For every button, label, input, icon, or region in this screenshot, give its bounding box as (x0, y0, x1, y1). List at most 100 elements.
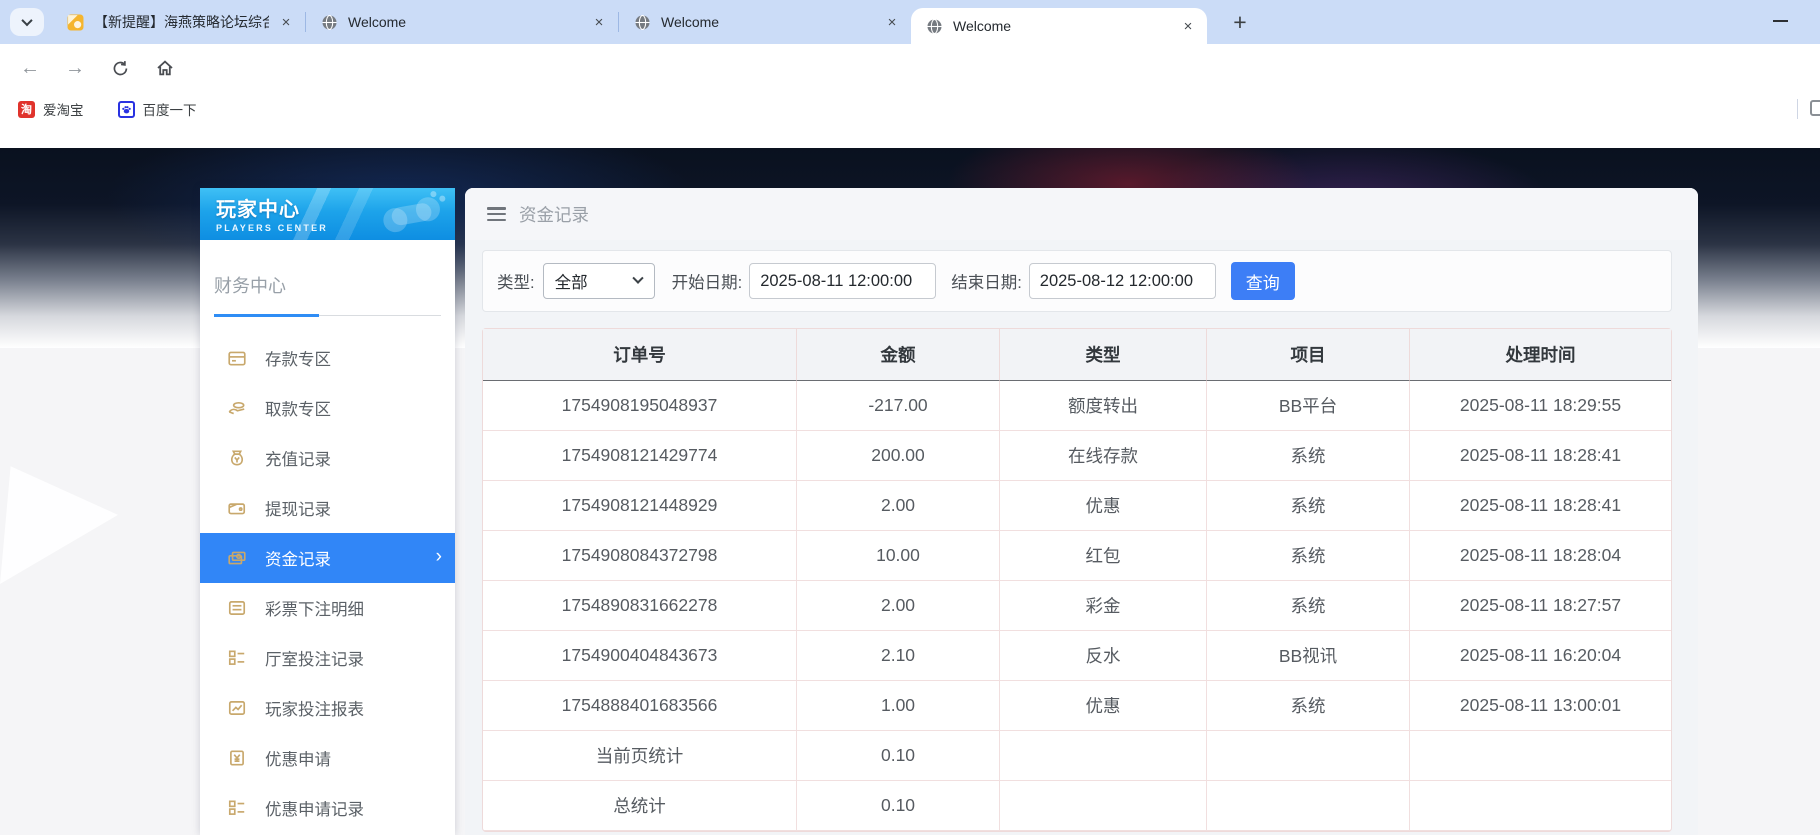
funds-record-table: 订单号 金额 类型 项目 处理时间 1754908195048937 -217.00 额度转… (482, 328, 1672, 832)
table-row: 总统计 0.10 (483, 781, 1671, 831)
table-cell: 2025-08-11 18:28:41 (1410, 481, 1671, 531)
tab-title: 【新提醒】海燕策略论坛综合交 (94, 14, 269, 30)
type-select[interactable]: 全部 (542, 263, 655, 299)
funds-record-icon (226, 547, 248, 569)
sidebar-item-label: 存款专区 (265, 351, 331, 369)
browser-window: 【新提醒】海燕策略论坛综合交×Welcome×Welcome×Welcome× … (0, 0, 1820, 835)
sidebar-item-label: 优惠申请记录 (265, 801, 364, 819)
end-date-label: 结束日期: (951, 274, 1022, 292)
bookmark-label: 百度一下 (142, 103, 197, 118)
plus-icon: + (1233, 8, 1247, 35)
table-cell: 1754908084372798 (483, 531, 797, 581)
table-row: 1754900404843673 2.10 反水 BB视讯 2025-08-11 16:… (483, 631, 1671, 681)
browser-tab[interactable]: Welcome × (911, 8, 1207, 44)
table-row: 1754908084372798 10.00 红包 系统 2025-08-11 18:2… (483, 531, 1671, 581)
end-date-input[interactable] (1028, 263, 1216, 299)
bookmarks-divider (1797, 99, 1798, 119)
new-tab-button[interactable]: + (1225, 7, 1255, 37)
table-cell: 0.10 (797, 781, 1000, 831)
withdraw-hand-icon (226, 397, 248, 419)
table-cell: 总统计 (483, 781, 797, 831)
sidebar-subtitle: PLAYERS CENTER (216, 223, 328, 233)
column-header: 项目 (1207, 329, 1410, 381)
back-button[interactable]: ← (16, 54, 44, 82)
back-arrow-icon: ← (20, 56, 40, 79)
table-cell (1000, 781, 1207, 831)
start-date-label: 开始日期: (671, 274, 743, 292)
sidebar-item-优惠申请记录[interactable]: 优惠申请记录 (200, 783, 455, 833)
table-cell: 红包 (1000, 531, 1207, 581)
table-cell (1207, 731, 1410, 781)
table-cell: 2.00 (797, 581, 1000, 631)
table-cell: 系统 (1207, 531, 1410, 581)
start-date-input[interactable] (749, 263, 937, 299)
tab-search-button[interactable] (10, 8, 44, 36)
home-button[interactable] (151, 54, 179, 82)
search-button[interactable]: 查询 (1230, 262, 1295, 300)
sidebar-item-label: 彩票下注明细 (265, 601, 364, 619)
tab-close-icon[interactable]: × (590, 13, 608, 31)
bookmark-item[interactable]: 百度一下 (117, 99, 197, 119)
table-cell: 0.10 (797, 731, 1000, 781)
table-cell: 1754888401683566 (483, 681, 797, 731)
type-select-value: 全部 (554, 274, 588, 292)
table-cell: 1754908121448929 (483, 481, 797, 531)
table-cell: 2025-08-11 13:00:01 (1410, 681, 1671, 731)
hamburger-menu-icon[interactable] (487, 207, 506, 221)
sidebar-item-提现记录[interactable]: 提现记录 (200, 483, 455, 533)
bookmarks-items: 淘爱淘宝 百度一下 (18, 99, 197, 119)
sidebar-item-玩家投注报表[interactable]: 玩家投注报表 (200, 683, 455, 733)
table-cell: 1754908121429774 (483, 431, 797, 481)
type-filter-label: 类型: (497, 274, 535, 292)
table-cell: 反水 (1000, 631, 1207, 681)
table-cell: -217.00 (797, 381, 1000, 431)
forward-arrow-icon: → (65, 56, 85, 79)
site-favicon (66, 13, 84, 31)
sidebar-item-label: 厅室投注记录 (265, 651, 364, 669)
sidebar-item-充值记录[interactable]: 充值记录 (200, 433, 455, 483)
sidebar-item-存款专区[interactable]: 存款专区 (200, 333, 455, 383)
globe-favicon (320, 13, 338, 31)
tab-close-icon[interactable]: × (883, 13, 901, 31)
bookmark-item[interactable]: 淘爱淘宝 (18, 99, 84, 119)
table-cell: 额度转出 (1000, 381, 1207, 431)
table-cell: 1754908195048937 (483, 381, 797, 431)
sidebar-item-取款专区[interactable]: 取款专区 (200, 383, 455, 433)
table-row: 1754908121429774 200.00 在线存款 系统 2025-08-11 1… (483, 431, 1671, 481)
sidebar-item-label: 资金记录 (265, 551, 331, 569)
table-cell (1410, 731, 1671, 781)
sidebar-section-label: 财务中心 (214, 276, 286, 296)
bookmarks-bar: 淘爱淘宝 百度一下 (0, 92, 1820, 126)
other-bookmarks-icon[interactable] (1810, 100, 1820, 116)
browser-tab[interactable]: 【新提醒】海燕策略论坛综合交 × (52, 0, 305, 44)
chevron-right-icon: › (435, 546, 442, 568)
reload-button[interactable] (106, 54, 134, 82)
browser-tab[interactable]: Welcome × (619, 0, 911, 44)
deposit-card-icon (226, 347, 248, 369)
browser-toolbar: ← → js13.cc/hhcp/usercenter.html?iniType… (0, 44, 1820, 128)
table-cell (1000, 731, 1207, 781)
table-cell: 2025-08-11 18:27:57 (1410, 581, 1671, 631)
tab-close-icon[interactable]: × (1179, 17, 1197, 35)
gamepad-icon (371, 188, 454, 240)
table-row: 1754908121448929 2.00 优惠 系统 2025-08-11 18:28… (483, 481, 1671, 531)
browser-tab[interactable]: Welcome × (306, 0, 618, 44)
player-report-chart-icon (226, 697, 248, 719)
table-cell: 2.10 (797, 631, 1000, 681)
table-cell: 1.00 (797, 681, 1000, 731)
table-cell (1410, 781, 1671, 831)
tab-close-icon[interactable]: × (277, 13, 295, 31)
sidebar-item-资金记录[interactable]: 资金记录 › (200, 533, 455, 583)
minimize-button[interactable] (1773, 20, 1788, 22)
table-cell: 优惠 (1000, 481, 1207, 531)
sidebar-item-厅室投注记录[interactable]: 厅室投注记录 (200, 633, 455, 683)
lottery-detail-list-icon (226, 597, 248, 619)
sidebar-menu: 存款专区取款专区 充值记录 提现记录资金记录 › 彩票下注明细 厅室投注记录 玩家投注报表优… (200, 333, 455, 835)
sidebar-item-label: 优惠申请 (265, 751, 331, 769)
globe-favicon (925, 17, 943, 35)
sidebar-item-彩票下注明细[interactable]: 彩票下注明细 (200, 583, 455, 633)
sidebar-item-label: 玩家投注报表 (265, 701, 364, 719)
forward-button[interactable]: → (61, 54, 89, 82)
sidebar-item-优惠申请[interactable]: 优惠申请 (200, 733, 455, 783)
player-center-sidebar: 玩家中心 PLAYERS CENTER 财务中心 存款专区 取款专区 充值记录 提现记… (200, 188, 455, 835)
